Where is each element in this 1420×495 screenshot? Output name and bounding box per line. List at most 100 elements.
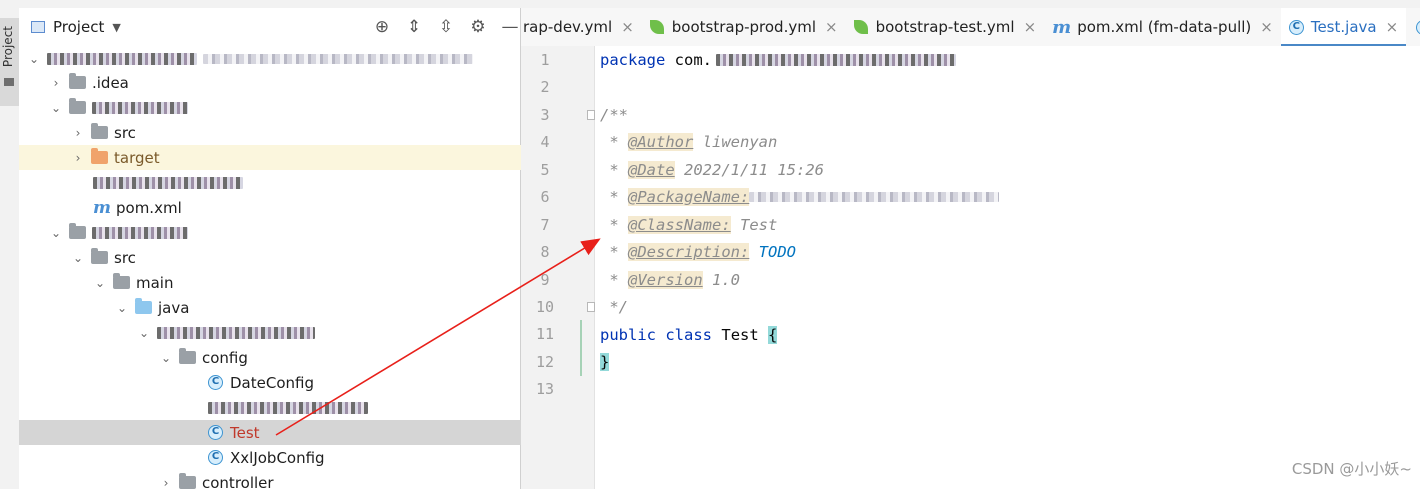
redacted-file-name xyxy=(93,176,243,189)
code-line-8: * @Description: TODO xyxy=(600,242,796,261)
chevron-down-icon[interactable]: ⌄ xyxy=(159,351,173,365)
matched-brace: } xyxy=(600,352,610,371)
close-icon[interactable]: × xyxy=(621,18,634,36)
tab-pom-xml[interactable]: m pom.xml (fm-data-pull) × xyxy=(1044,8,1281,46)
chevron-down-icon[interactable]: ⌄ xyxy=(49,226,63,240)
tree-label: src xyxy=(114,248,136,267)
code-line-6: * @PackageName: xyxy=(600,183,1000,210)
code-line-9: * @Version 1.0 xyxy=(600,270,740,289)
code-line-1: package com. xyxy=(600,46,956,73)
todo-marker: TODO xyxy=(758,242,796,261)
class-icon: C xyxy=(208,375,223,390)
tab-label: Test.java xyxy=(1310,18,1377,36)
expand-all-icon[interactable]: ⇕ xyxy=(404,17,424,37)
folder-icon xyxy=(69,73,86,89)
line-number: 9 xyxy=(540,271,550,289)
javadoc-tag: @Date xyxy=(628,160,675,179)
locate-icon[interactable]: ⊕ xyxy=(372,17,392,37)
chevron-down-icon[interactable]: ⌄ xyxy=(27,52,41,66)
tree-row-idea[interactable]: › .idea xyxy=(19,70,550,95)
tree-row-root[interactable]: ⌄ xyxy=(19,46,528,71)
fold-marker-icon[interactable] xyxy=(587,302,595,312)
keyword: class xyxy=(665,325,713,344)
close-icon[interactable]: × xyxy=(1260,18,1273,36)
code-line-5: * @Date 2022/1/11 15:26 xyxy=(600,160,824,179)
tree-row-src[interactable]: ⌄ src xyxy=(19,245,572,270)
project-panel-header: Project ▼ ⊕ ⇕ ⇳ ⚙ — xyxy=(19,8,520,46)
editor-tab-bar: rap-dev.yml × bootstrap-prod.yml × boots… xyxy=(521,8,1420,47)
close-icon[interactable]: × xyxy=(825,18,838,36)
chevron-down-icon[interactable]: ⌄ xyxy=(93,276,107,290)
tab-bootstrap-prod[interactable]: bootstrap-prod.yml × xyxy=(642,8,846,46)
project-tool-tab-label[interactable]: Project xyxy=(1,26,18,67)
tree-row-src[interactable]: › src xyxy=(19,120,572,145)
chevron-down-icon[interactable]: ⌄ xyxy=(49,101,63,115)
class-icon: C xyxy=(208,425,223,440)
module-folder-icon xyxy=(69,223,86,239)
chevron-right-icon[interactable]: › xyxy=(71,126,85,140)
tree-label: DateConfig xyxy=(230,373,314,392)
keyword: package xyxy=(600,50,666,69)
tab-bootstrap-test[interactable]: bootstrap-test.yml × xyxy=(846,8,1045,46)
tab-next[interactable]: C xyxy=(1406,8,1420,46)
tree-row-target[interactable]: › target xyxy=(19,145,572,170)
line-number: 4 xyxy=(540,133,550,151)
project-panel: Project ▼ ⊕ ⇕ ⇳ ⚙ — ⌄ › .idea ⌄ › src › … xyxy=(19,8,709,492)
project-view-selector[interactable]: Project xyxy=(53,18,104,36)
chevron-down-icon[interactable]: ▼ xyxy=(112,21,120,34)
close-icon[interactable]: × xyxy=(1024,18,1037,36)
tree-row-main[interactable]: ⌄ main xyxy=(19,270,594,295)
redacted-package xyxy=(716,53,956,66)
tab-label: bootstrap-test.yml xyxy=(875,18,1015,36)
fold-marker-icon[interactable] xyxy=(587,110,595,120)
gear-icon[interactable]: ⚙ xyxy=(468,17,488,37)
line-number: 8 xyxy=(540,243,550,261)
javadoc-tag: @PackageName: xyxy=(628,187,750,206)
code-editor[interactable]: package com. /** * @Author liwenyan * @D… xyxy=(595,46,1420,489)
tree-row-module-2[interactable]: ⌄ xyxy=(19,220,550,245)
tree-label: pom.xml xyxy=(116,198,182,217)
redacted-package-name xyxy=(157,326,315,339)
tab-label: pom.xml (fm-data-pull) xyxy=(1077,18,1252,36)
code-line-3: /** xyxy=(600,101,628,128)
close-icon[interactable]: × xyxy=(1386,18,1399,36)
module-folder-icon xyxy=(69,98,86,114)
tree-label: target xyxy=(114,148,160,167)
redacted-root-path xyxy=(203,53,473,64)
chevron-right-icon[interactable]: › xyxy=(49,76,63,90)
tree-label: main xyxy=(136,273,174,292)
chevron-down-icon[interactable]: ⌄ xyxy=(137,326,151,340)
project-panel-tools: ⊕ ⇕ ⇳ ⚙ — xyxy=(372,17,520,37)
javadoc-tag: @Description: xyxy=(628,242,750,261)
collapse-all-icon[interactable]: ⇳ xyxy=(436,17,456,37)
tree-label: XxlJobConfig xyxy=(230,448,325,467)
redacted-class-name xyxy=(208,401,368,414)
chevron-down-icon[interactable]: ⌄ xyxy=(71,251,85,265)
tree-label: java xyxy=(158,298,190,317)
chevron-down-icon[interactable]: ⌄ xyxy=(115,301,129,315)
maven-icon: m xyxy=(1052,16,1072,38)
hide-icon[interactable]: — xyxy=(500,17,520,37)
chevron-right-icon[interactable]: › xyxy=(71,151,85,165)
tree-row-module-1[interactable]: ⌄ xyxy=(19,95,550,120)
tab-bootstrap-dev[interactable]: rap-dev.yml × xyxy=(521,8,642,46)
folder-icon xyxy=(4,78,14,86)
class-icon: C xyxy=(1416,19,1420,35)
redacted-module-name xyxy=(92,101,188,114)
tree-label: src xyxy=(114,123,136,142)
tab-test-java[interactable]: C Test.java × xyxy=(1280,8,1407,47)
javadoc-tag: @Version xyxy=(628,270,703,289)
tab-label: bootstrap-prod.yml xyxy=(671,18,816,36)
code-line-10: */ xyxy=(600,297,628,316)
tree-row-pom[interactable]: m pom.xml xyxy=(19,195,594,220)
package-name: com. xyxy=(674,50,712,69)
maven-icon: m xyxy=(93,197,111,218)
tree-row-iml[interactable] xyxy=(19,170,594,195)
code-line-4: * @Author liwenyan xyxy=(600,132,778,151)
package-folder-icon xyxy=(179,348,196,364)
javadoc-tag: @ClassName: xyxy=(628,215,731,234)
chevron-right-icon[interactable]: › xyxy=(159,476,173,490)
left-tool-window-bar: Project xyxy=(0,8,20,489)
comment: /** xyxy=(600,105,628,124)
line-number: 7 xyxy=(540,216,550,234)
